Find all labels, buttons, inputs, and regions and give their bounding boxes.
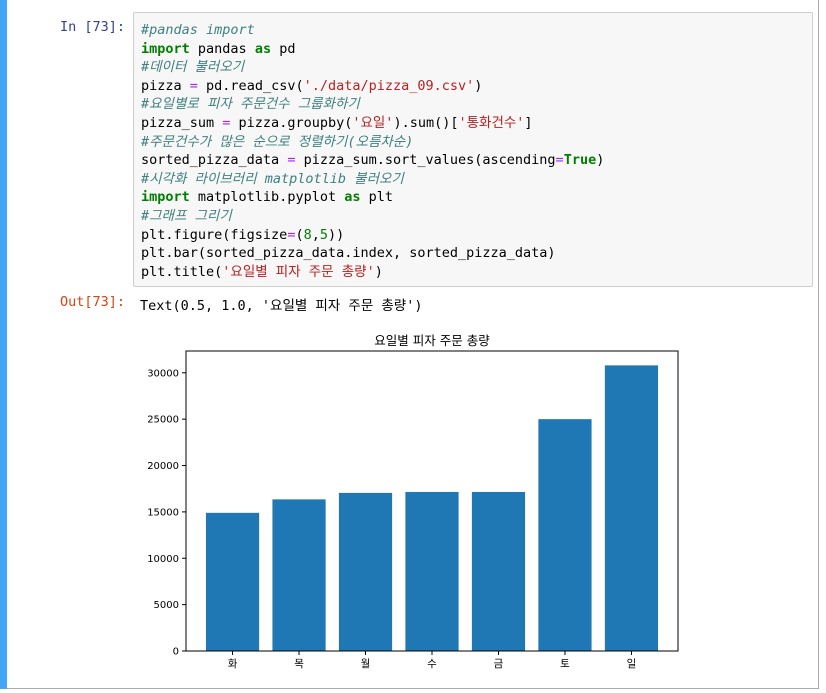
code-block[interactable]: #pandas import import pandas as pd #데이터 … (141, 21, 604, 281)
code-token: sorted_pizza_data (141, 152, 288, 169)
code-token: , (311, 226, 320, 243)
code-token: pizza (141, 77, 190, 94)
bar-chart: 요일별 피자 주문 총량 0 5000 10000 15000 20000 25000 30… (147, 333, 679, 670)
code-token: pandas (189, 40, 255, 57)
code-token: pd (271, 40, 296, 57)
code-token: ) (474, 77, 483, 94)
code-token: pd.read_csv( (197, 77, 304, 94)
code-editor[interactable]: #pandas import import pandas as pd #데이터 … (133, 12, 813, 287)
code-line: plt.figure(figsize=(8,5)) (141, 227, 344, 243)
code-line: plt.title('요일별 피자 주문 총량') (141, 264, 383, 280)
code-token: '요일' (352, 114, 394, 131)
code-line: plt.bar(sorted_pizza_data.index, sorted_… (141, 245, 556, 261)
code-token: plt (360, 189, 393, 206)
cell-selected-indicator (0, 0, 7, 689)
code-token: as (344, 189, 361, 206)
code-token: #시각화 라이브러리 matplotlib 불러오기 (141, 170, 404, 187)
x-tick-label: 일 (627, 657, 637, 670)
code-token: './data/pizza_09.csv' (303, 77, 475, 94)
code-token: import (141, 40, 190, 57)
y-tick-label: 15000 (147, 507, 179, 518)
code-line: #그래프 그리기 (141, 208, 232, 224)
x-tick-label: 금 (494, 658, 504, 670)
output-chart: 요일별 피자 주문 총량 0 5000 10000 15000 20000 25000 30… (140, 325, 700, 675)
code-line: #pandas import (141, 22, 255, 38)
code-line: pizza = pd.read_csv('./data/pizza_09.csv… (141, 78, 482, 94)
code-token: ( (295, 226, 304, 243)
x-tick-label: 월 (361, 658, 371, 670)
code-line: #주문건수가 많은 순으로 정렬하기(오름차순) (141, 134, 413, 150)
code-line: #시각화 라이브러리 matplotlib 불러오기 (141, 171, 404, 187)
y-tick-label: 5000 (154, 600, 179, 611)
bar (405, 491, 459, 651)
code-token: #그래프 그리기 (141, 207, 232, 224)
code-token: '요일별 피자 주문 총량' (222, 263, 375, 280)
y-tick-label: 10000 (147, 554, 179, 565)
bar (205, 512, 260, 651)
code-token: 8 (303, 226, 312, 243)
y-tick-label: 20000 (147, 461, 179, 472)
code-token: = (189, 77, 198, 94)
code-token: = (555, 152, 564, 169)
y-tick-label: 30000 (147, 368, 179, 379)
code-token: pizza_sum (141, 114, 223, 131)
code-token: pizza.groupby( (230, 114, 353, 131)
code-token: pizza_sum.sort_values(ascending (295, 152, 556, 169)
code-line: #요일별로 피자 주문건수 그룹화하기 (141, 96, 360, 112)
code-token: as (254, 40, 272, 57)
y-tick-label: 0 (173, 647, 179, 658)
bar (471, 491, 526, 651)
code-token: '통화건수' (458, 114, 525, 131)
code-token: plt.figure(figsize (141, 226, 288, 243)
bar (272, 499, 326, 651)
bar (604, 365, 659, 651)
chart-title: 요일별 피자 주문 총량 (374, 333, 490, 348)
bar (338, 492, 393, 651)
code-token: ).sum()[ (393, 114, 459, 131)
code-token: #데이터 불러오기 (141, 59, 245, 76)
code-token: matplotlib.pyplot (189, 189, 345, 206)
code-line: pizza_sum = pizza.groupby('요일').sum()['통… (141, 115, 533, 131)
x-tick-label: 수 (427, 658, 437, 670)
code-token: )) (328, 226, 345, 243)
code-token: #요일별로 피자 주문건수 그룹화하기 (141, 96, 360, 113)
code-token: #pandas import (141, 22, 255, 38)
input-prompt: In [73]: (59, 19, 125, 35)
code-token: plt.title( (141, 263, 223, 280)
x-tick-label: 목 (294, 658, 304, 670)
code-token: ) (374, 263, 383, 280)
code-token: 5 (319, 226, 329, 243)
code-line: #데이터 불러오기 (141, 59, 244, 75)
bar (538, 419, 592, 651)
y-tick-label: 25000 (147, 415, 179, 426)
code-line: sorted_pizza_data = pizza_sum.sort_value… (141, 152, 604, 168)
code-token: #주문건수가 많은 순으로 정렬하기(오름차순) (141, 133, 414, 150)
code-token: True (563, 152, 597, 169)
code-token: import (141, 189, 190, 206)
code-line: import pandas as pd (141, 41, 295, 57)
code-token: ) (596, 152, 605, 169)
x-tick-label: 화 (228, 658, 238, 670)
output-prompt: Out[73]: (59, 294, 125, 310)
x-tick-label: 토 (560, 658, 570, 670)
code-token: ] (524, 114, 533, 131)
code-token: plt.bar(sorted_pizza_data.index, sorted_… (141, 245, 556, 262)
code-line: import matplotlib.pyplot as plt (141, 189, 393, 205)
output-text: Text(0.5, 1.0, '요일별 피자 주문 총량') (140, 298, 423, 314)
